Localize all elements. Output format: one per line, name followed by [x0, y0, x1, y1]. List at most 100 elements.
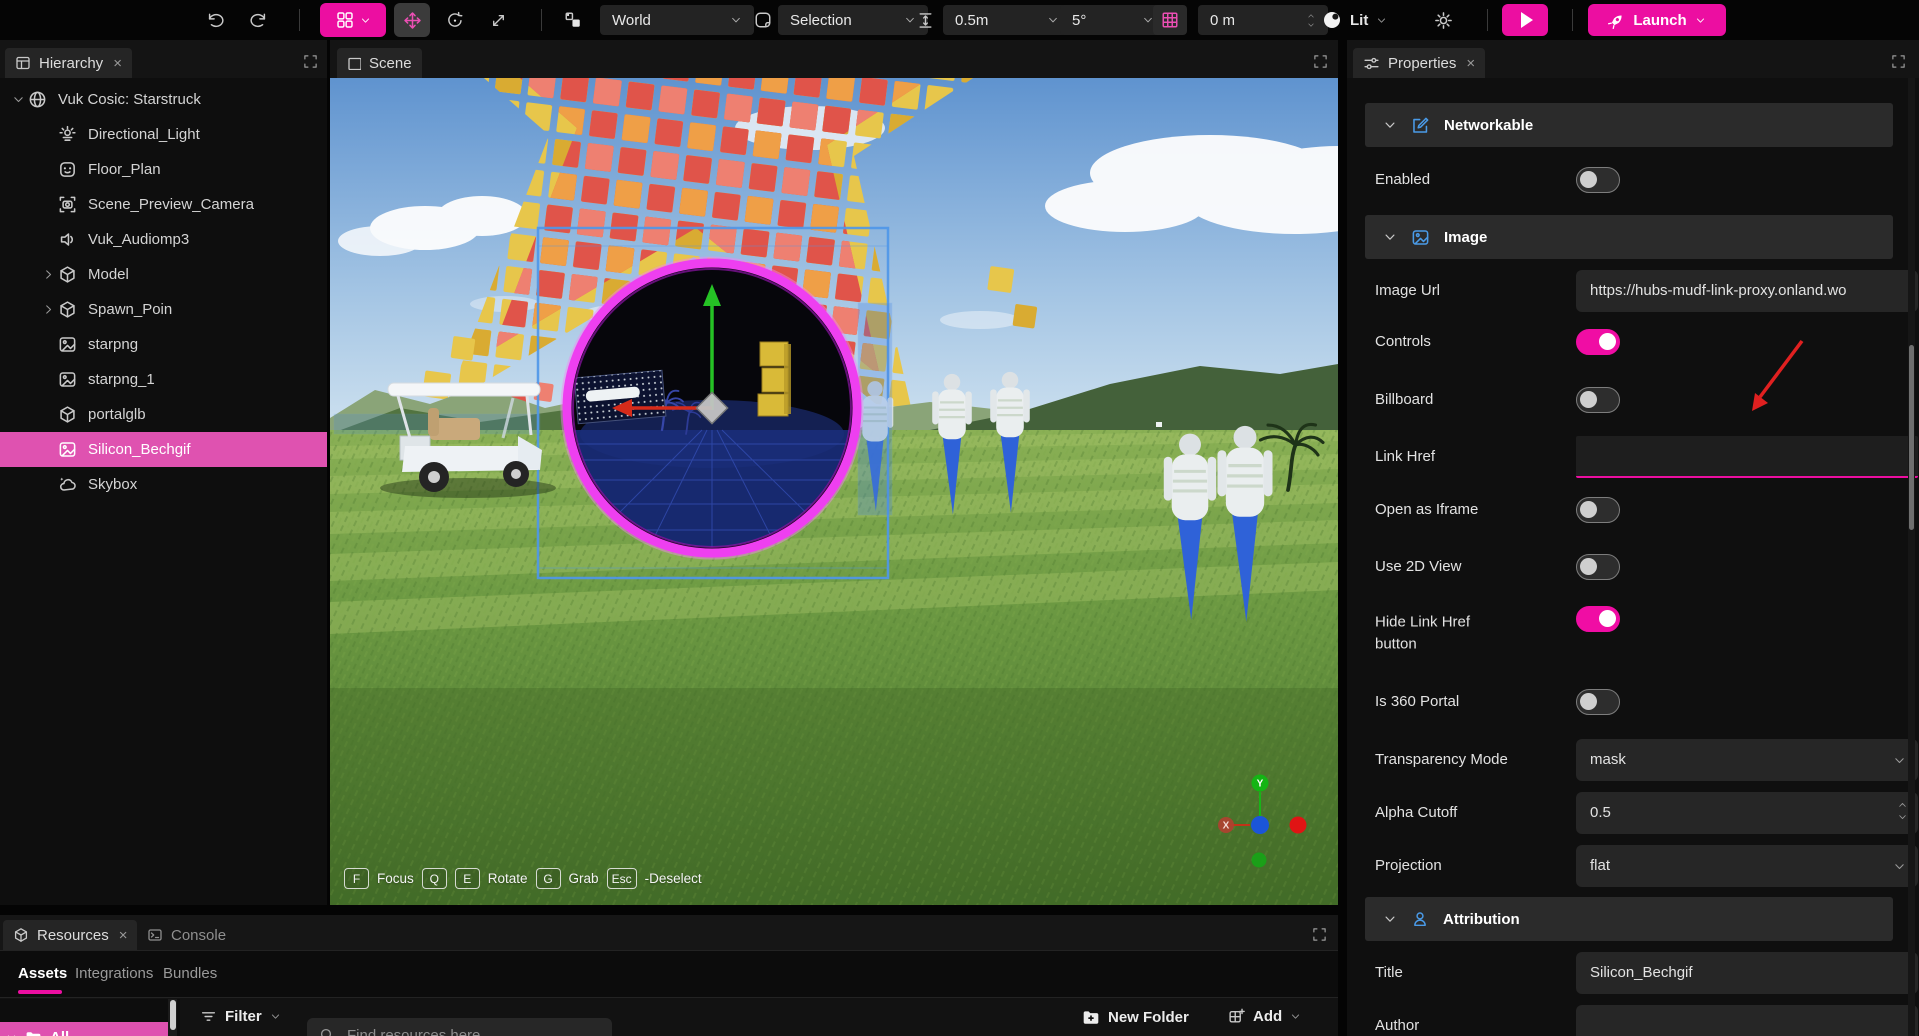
open-as-iframe-toggle[interactable] [1576, 497, 1620, 523]
hierarchy-item-directional-light[interactable]: Directional_Light [0, 117, 327, 152]
distribute-button[interactable] [910, 5, 940, 35]
folder-icon [25, 1029, 42, 1036]
title-input[interactable]: Silicon_Bechgif [1576, 952, 1918, 994]
field-label: Use 2D View [1375, 556, 1461, 578]
launch-button[interactable]: Launch [1588, 4, 1726, 36]
rotate-snap-select[interactable]: 5° [1060, 5, 1166, 35]
hierarchy-item-vuk-cosic-starstruck[interactable]: Vuk Cosic: Starstruck [0, 82, 327, 117]
filter-button[interactable]: Filter [200, 1008, 281, 1025]
author-input[interactable] [1576, 1005, 1918, 1036]
search-input[interactable] [345, 1026, 579, 1036]
is-360-portal-toggle[interactable] [1576, 689, 1620, 715]
grid-height-value: 0 m [1210, 12, 1235, 29]
expand-panel-icon[interactable] [1891, 54, 1906, 69]
tab-console[interactable]: Console [137, 920, 236, 950]
search-icon [319, 1027, 335, 1036]
field-use-2d-view: Use 2D View [1375, 546, 1891, 588]
resources-category-tabs: Assets Integrations Bundles [0, 950, 1338, 997]
pivot-select[interactable]: Selection [778, 5, 928, 35]
scene-viewport[interactable]: Y X FFocusQERotateGGrabEsc-Deselect [330, 78, 1338, 905]
parenting-button[interactable] [558, 5, 588, 35]
add-object-button[interactable] [320, 3, 386, 37]
hierarchy-item-starpng[interactable]: starpng [0, 327, 327, 362]
tab-properties[interactable]: Properties × [1353, 48, 1485, 78]
field-transparency-mode: Transparency Mode mask [1375, 739, 1891, 781]
alpha-cutoff-stepper[interactable] [1897, 800, 1908, 822]
hierarchy-item-scene-preview-camera[interactable]: Scene_Preview_Camera [0, 187, 327, 222]
section-image[interactable]: Image [1365, 215, 1893, 259]
tab-hierarchy[interactable]: Hierarchy × [5, 48, 132, 78]
hierarchy-icon [15, 55, 31, 71]
expander-icon[interactable] [38, 268, 58, 281]
play-button[interactable] [1502, 4, 1548, 36]
expander-icon[interactable] [38, 303, 58, 316]
alpha-cutoff-input[interactable]: 0.5 [1576, 792, 1918, 834]
field-label: Alpha Cutoff [1375, 802, 1457, 824]
tab-scene[interactable]: Scene [337, 48, 422, 78]
rotate-tool-button[interactable] [440, 5, 470, 35]
hierarchy-item-label: starpng [88, 336, 138, 353]
filter-label: Filter [225, 1008, 262, 1025]
chevron-down-icon [1383, 912, 1397, 926]
hide-link-href-toggle[interactable] [1576, 606, 1620, 632]
link-href-input[interactable] [1576, 436, 1918, 478]
field-enabled: Enabled [1375, 159, 1891, 201]
use-2d-view-toggle[interactable] [1576, 554, 1620, 580]
grid-height-stepper[interactable]: 0 m [1198, 5, 1328, 35]
transform-space-select[interactable]: World [600, 5, 754, 35]
tab-integrations[interactable]: Integrations [75, 965, 153, 982]
folder-scrollbar[interactable] [168, 999, 177, 1036]
undo-button[interactable] [200, 5, 230, 35]
billboard-toggle[interactable] [1576, 387, 1620, 413]
console-icon [147, 927, 163, 943]
hierarchy-item-label: Model [88, 266, 129, 283]
new-folder-button[interactable]: New Folder [1082, 1008, 1189, 1026]
resource-search[interactable] [307, 1018, 612, 1036]
hierarchy-item-vuk-audiomp3[interactable]: Vuk_Audiomp3 [0, 222, 327, 257]
shading-mode-select[interactable]: Lit [1322, 5, 1387, 35]
enabled-toggle[interactable] [1576, 167, 1620, 193]
translate-snap-select[interactable]: 0.5m [943, 5, 1071, 35]
hierarchy-item-floor-plan[interactable]: Floor_Plan [0, 152, 327, 187]
hierarchy-item-skybox[interactable]: Skybox [0, 467, 327, 502]
snap-mode-button[interactable] [748, 5, 778, 35]
expand-panel-icon[interactable] [1312, 927, 1327, 942]
scene-tabstrip: Scene [330, 40, 1338, 78]
tab-bundles[interactable]: Bundles [163, 965, 217, 982]
grid-add-icon [336, 11, 354, 29]
close-icon[interactable]: × [1466, 55, 1475, 72]
field-label: Image Url [1375, 280, 1440, 302]
add-button[interactable]: Add [1228, 1008, 1301, 1025]
properties-scrollbar[interactable] [1908, 78, 1915, 1036]
kbd-q: Q [422, 868, 447, 889]
section-attribution[interactable]: Attribution [1365, 897, 1893, 941]
settings-button[interactable] [1428, 5, 1458, 35]
expander-icon[interactable] [8, 93, 28, 106]
close-icon[interactable]: × [119, 927, 128, 944]
chevron-down-icon [1047, 14, 1059, 26]
tab-assets[interactable]: Assets [18, 965, 67, 982]
expand-panel-icon[interactable] [303, 54, 318, 69]
tab-resources[interactable]: Resources × [3, 920, 137, 950]
expand-panel-icon[interactable] [1313, 54, 1328, 69]
controls-toggle[interactable] [1576, 329, 1620, 355]
close-icon[interactable]: × [113, 55, 122, 72]
hierarchy-item-label: Floor_Plan [88, 161, 161, 178]
redo-button[interactable] [244, 5, 274, 35]
image-url-input[interactable]: https://hubs-mudf-link-proxy.onland.wo [1576, 270, 1918, 312]
hierarchy-item-portalglb[interactable]: portalglb [0, 397, 327, 432]
scale-tool-button[interactable] [483, 5, 513, 35]
translate-tool-button[interactable] [394, 3, 430, 37]
hierarchy-item-silicon-bechgif[interactable]: Silicon_Bechgif [0, 432, 327, 467]
properties-tabstrip: Properties × [1347, 40, 1919, 78]
kbd-esc: Esc [607, 868, 637, 889]
projection-select[interactable]: flat [1576, 845, 1918, 887]
section-networkable[interactable]: Networkable [1365, 103, 1893, 147]
stepper-arrows[interactable] [1306, 12, 1316, 29]
hierarchy-item-spawn-poin[interactable]: Spawn_Poin [0, 292, 327, 327]
hierarchy-item-model[interactable]: Model [0, 257, 327, 292]
hierarchy-item-starpng-1[interactable]: starpng_1 [0, 362, 327, 397]
transparency-mode-select[interactable]: mask [1576, 739, 1918, 781]
grid-toggle-button[interactable] [1153, 5, 1187, 35]
folder-all[interactable]: All [0, 1022, 168, 1036]
